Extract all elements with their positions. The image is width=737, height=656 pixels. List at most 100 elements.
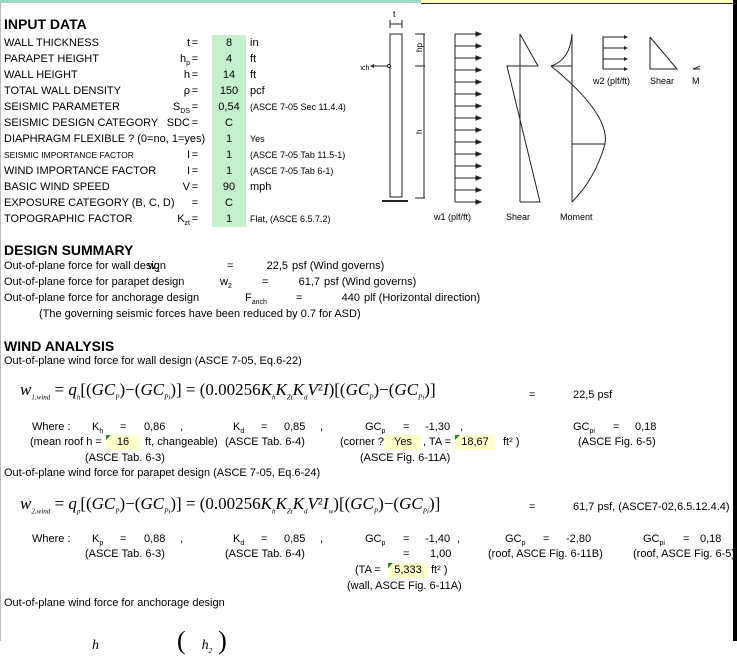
parapet-kh-ref: (ASCE Tab. 6-3) <box>85 548 165 560</box>
wall-wind-formula: w1,wind = qh[(GCP)−(GCPi)] = (0.00256KhK… <box>20 380 436 401</box>
wall-load-diagram: t Fanch hp h w1 (plf/ft) Shear Moment w2… <box>360 4 700 232</box>
wall-gcp: GCp <box>365 421 385 435</box>
input-value[interactable]: 1 <box>212 147 246 163</box>
input-equals: = <box>188 163 202 179</box>
arrow-head <box>476 152 481 156</box>
fanch-label: Fanch <box>360 65 370 72</box>
input-symbol: SDS <box>150 99 190 115</box>
input-equals: = <box>188 67 202 83</box>
symbol-text: w <box>220 276 228 288</box>
input-value[interactable]: C <box>212 115 246 131</box>
comma: , <box>180 421 183 433</box>
input-label: EXPOSURE CATEGORY (B, C, D) <box>4 195 175 211</box>
input-label: TOTAL WALL DENSITY <box>4 83 121 99</box>
input-equals: = <box>188 99 202 115</box>
symbol-subscript: anch <box>252 299 267 306</box>
parapet-kh: Kp <box>92 533 103 547</box>
parapet-result: 61,7 psf, (ASCE7-02,6.5.12.4.4) <box>573 501 730 513</box>
input-label: SEISMIC DESIGN CATEGORY <box>4 115 158 131</box>
comment-marker <box>455 435 460 440</box>
wall-rect <box>390 34 402 197</box>
corner-input[interactable]: Yes <box>385 435 421 450</box>
input-value[interactable]: 150 <box>212 83 246 99</box>
summary-unit: plf (Horizontal direction) <box>364 292 480 304</box>
parapet-wall-ref: (wall, ASCE Fig. 6-11A) <box>347 580 462 592</box>
wall-gcp-eq: = <box>403 421 409 433</box>
hp-label: hp <box>415 43 424 52</box>
parapet-kh-value: 0,88 <box>144 533 165 545</box>
shear1-label: Shear <box>506 212 530 222</box>
arrow-head <box>476 68 481 72</box>
input-value[interactable]: 8 <box>212 35 246 51</box>
input-label: WIND IMPORTANCE FACTOR <box>4 163 156 179</box>
symbol-subscript: 2 <box>228 283 232 290</box>
input-label: SEISMIC PARAMETER <box>4 99 120 115</box>
input-symbol: Kzt <box>150 211 190 227</box>
eq: = <box>261 533 267 545</box>
symbol-text: w <box>148 260 156 272</box>
arrow-head <box>476 128 481 132</box>
parapet-gcpi: GCpi <box>643 533 665 547</box>
design-summary-title: DESIGN SUMMARY <box>4 242 133 258</box>
ta-input[interactable]: 18,67 <box>455 435 495 450</box>
arrow-head <box>476 56 481 60</box>
wall-gcp-value: -1,30 <box>425 421 450 433</box>
input-value[interactable]: 4 <box>212 51 246 67</box>
parapet-gcp1-value: -1,40 <box>425 533 450 545</box>
input-symbol: t <box>150 35 190 51</box>
input-unit: Yes <box>250 131 265 147</box>
input-label: BASIC WIND SPEED <box>4 179 110 195</box>
mean-roof-input[interactable]: 16 <box>106 435 140 450</box>
arrow-head <box>476 80 481 84</box>
eq: = <box>120 533 126 545</box>
eq: = <box>403 533 409 545</box>
input-unit: (ASCE 7-05 Tab 6-1) <box>250 163 333 179</box>
parapet-gcp2-value: -2,80 <box>566 533 591 545</box>
wall-kh-eq: = <box>120 421 126 433</box>
input-label: WALL THICKNESS <box>4 35 99 51</box>
parapet-gcpi-ref: (roof, ASCE Fig. 6-5) <box>633 548 735 560</box>
wall-kh-ref: (ASCE Tab. 6-3) <box>85 452 165 464</box>
summary-note: (The governing seismic forces have been … <box>39 308 361 320</box>
input-symbol: I <box>150 147 190 163</box>
wall-gcpi-eq: = <box>613 421 619 433</box>
input-value[interactable]: C <box>212 195 246 211</box>
summary-label: Out-of-plane force for parapet design <box>4 276 184 288</box>
eq: = <box>403 548 409 560</box>
arrow-head <box>476 188 481 192</box>
input-label: TOPOGRAPHIC FACTOR <box>4 211 133 227</box>
w1-arrows <box>455 32 481 204</box>
input-symbol: V <box>150 179 190 195</box>
wall-where-label: Where : <box>32 421 71 433</box>
input-equals: = <box>188 51 202 67</box>
moment1-label: Moment <box>560 212 593 222</box>
input-symbol <box>150 195 190 211</box>
wind-analysis-title: WIND ANALYSIS <box>4 338 114 354</box>
summary-symbol: Fanch <box>245 292 267 306</box>
summary-equals: = <box>296 292 302 304</box>
arrow-head <box>476 176 481 180</box>
arrow-head <box>476 92 481 96</box>
top-border-teal <box>0 0 421 3</box>
summary-symbol: w2 <box>220 276 232 290</box>
summary-value: 22,5 <box>258 260 288 272</box>
parapet-ta-input[interactable]: 5,333 <box>388 563 428 578</box>
parapet-gcp2: GCp <box>505 533 525 547</box>
input-value[interactable]: 1 <box>212 131 246 147</box>
wall-kd: Kd <box>233 421 244 435</box>
input-equals: = <box>188 179 202 195</box>
parapet-gcp1: GCp <box>365 533 385 547</box>
input-value[interactable]: 1 <box>212 211 246 227</box>
wall-kh-value: 0,86 <box>144 421 165 433</box>
input-value[interactable]: 0,54 <box>212 99 246 115</box>
mean-roof-pre: (mean roof h = <box>30 436 102 448</box>
wall-gcpi-value: 0,18 <box>635 421 656 433</box>
input-unit: mph <box>250 179 271 195</box>
input-label: PARAPET HEIGHT <box>4 51 99 67</box>
input-value[interactable]: 1 <box>212 163 246 179</box>
input-value[interactable]: 90 <box>212 179 246 195</box>
parapet-where-label: Where : <box>32 533 71 545</box>
input-value[interactable]: 14 <box>212 67 246 83</box>
summary-symbol: w1 <box>148 260 160 274</box>
wall-kd-value: 0,85 <box>284 421 305 433</box>
